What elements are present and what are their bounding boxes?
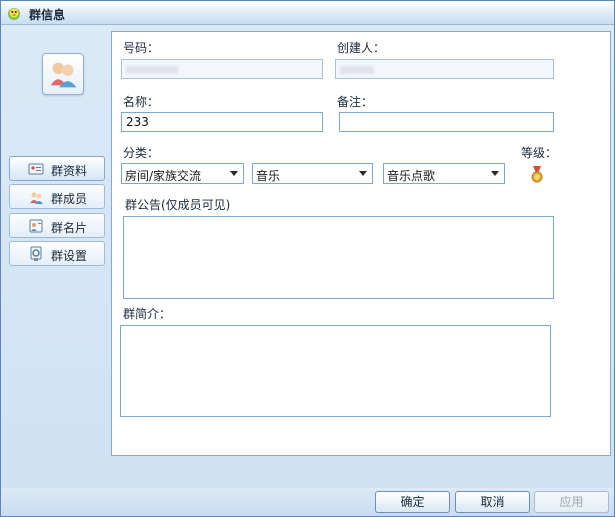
sidebar-item-label: 群设置 — [51, 249, 88, 263]
sidebar-item-members[interactable]: 群成员 — [9, 184, 105, 209]
group-users-icon — [50, 62, 77, 88]
intro-label: 群简介： — [123, 307, 172, 321]
category-select-2-value: 音乐 — [256, 169, 281, 183]
window-title: 群信息 — [29, 8, 66, 22]
creator-label: 创建人： — [337, 41, 386, 55]
category-select-2[interactable]: 音乐 — [252, 163, 373, 184]
apply-button[interactable]: 应用 — [534, 491, 609, 513]
sidebar-item-settings[interactable]: 群设置 — [9, 241, 105, 266]
category-select-1-value: 房间/家族交流 — [125, 169, 202, 183]
ok-button[interactable]: 确定 — [375, 491, 450, 513]
category-select-3[interactable]: 音乐点歌 — [383, 163, 505, 184]
chevron-down-icon — [359, 171, 367, 176]
number-field — [121, 59, 323, 79]
cancel-button[interactable]: 取消 — [455, 491, 530, 513]
category-select-1[interactable]: 房间/家族交流 — [121, 163, 244, 184]
medal-icon — [531, 166, 543, 183]
sidebar-item-label: 群资料 — [51, 164, 88, 178]
title-bar: 群信息 — [1, 1, 614, 25]
name-input[interactable] — [121, 112, 323, 132]
sidebar-item-name-card[interactable]: 群名片 — [9, 213, 105, 238]
sidebar-item-label: 群成员 — [51, 192, 88, 206]
sidebar-item-group-profile[interactable]: 群资料 — [9, 156, 105, 181]
number-label: 号码： — [123, 41, 160, 55]
sidebar-item-label: 群名片 — [51, 221, 88, 235]
group-info-window: 群信息 群资料 群成员 群名片 群设置 号码： 创建人： 名称： 233 备注：… — [0, 0, 615, 517]
chevron-down-icon — [491, 171, 499, 176]
settings-icon — [30, 246, 42, 261]
notice-textarea[interactable] — [123, 216, 554, 299]
members-icon — [30, 192, 43, 204]
chevron-down-icon — [230, 171, 238, 176]
intro-textarea[interactable] — [120, 325, 551, 417]
notice-label: 群公告(仅成员可见) — [125, 198, 231, 212]
name-label: 名称： — [123, 95, 160, 109]
id-card-icon — [28, 163, 44, 175]
remark-label: 备注： — [337, 95, 374, 109]
level-label: 等级： — [521, 146, 558, 160]
group-avatar[interactable] — [42, 53, 84, 95]
qq-penguin-icon — [8, 8, 20, 20]
creator-field — [335, 59, 554, 79]
category-label: 分类： — [123, 146, 160, 160]
remark-input[interactable] — [339, 112, 554, 132]
name-card-icon — [29, 219, 43, 233]
category-select-3-value: 音乐点歌 — [387, 169, 436, 183]
